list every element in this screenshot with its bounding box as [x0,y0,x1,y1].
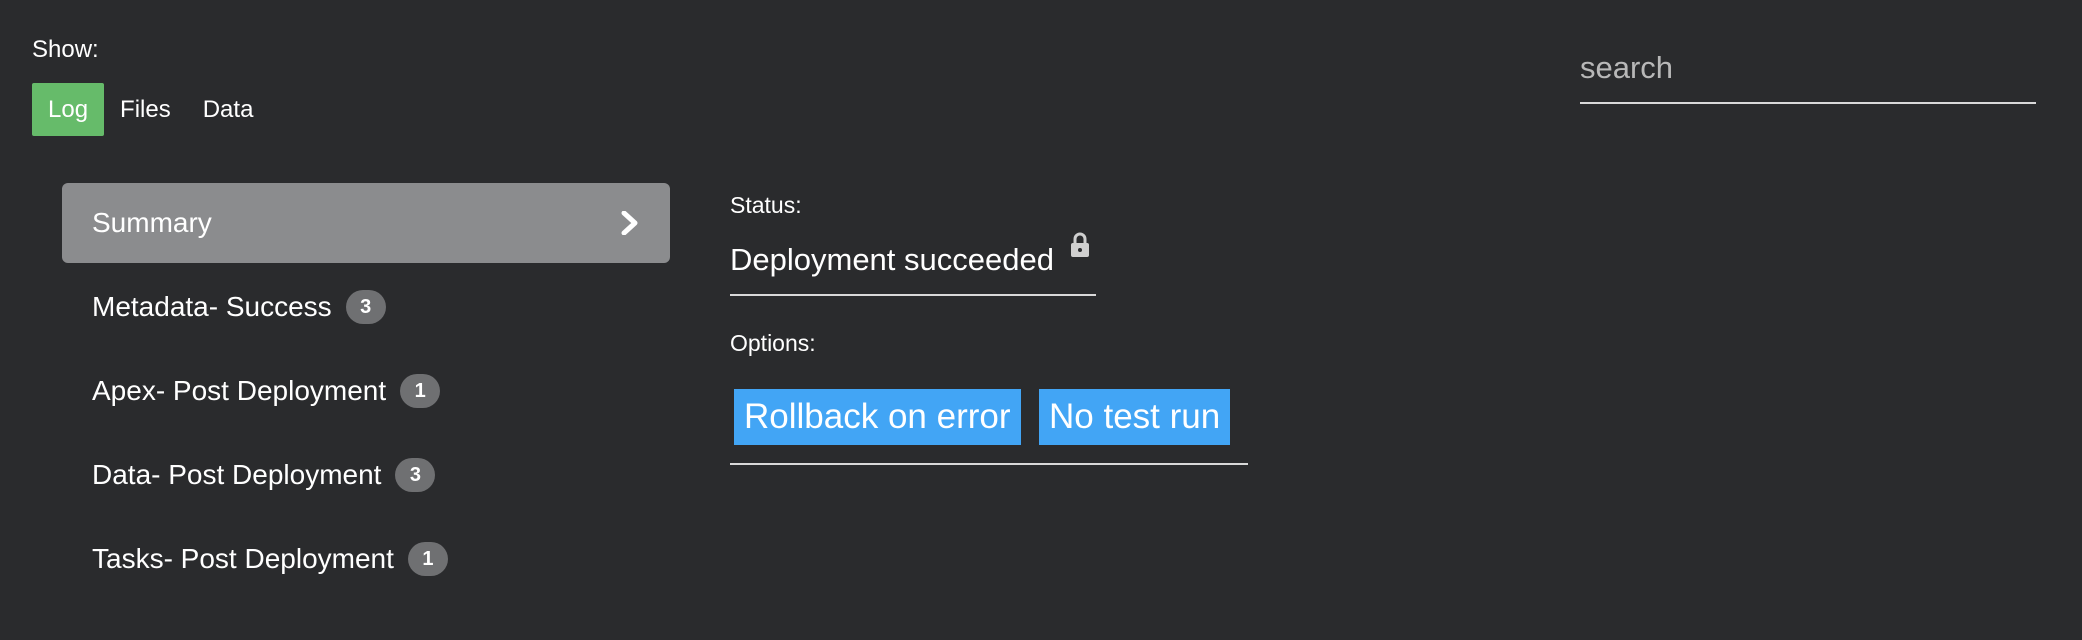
nav-item-label: Apex- Post Deployment [92,375,387,406]
lock-icon [1071,232,1089,257]
status-field: Deployment succeeded [730,228,1096,296]
count-badge: 1 [407,542,448,576]
nav-item-apex-post-deployment[interactable]: Apex- Post Deployment 1 [62,351,670,431]
nav-item-label: Metadata- Success [92,291,332,322]
chevron-right-icon [621,211,638,235]
status-value: Deployment succeeded [730,242,1054,277]
search-field [1580,38,2036,104]
sidebar-nav: Summary Metadata- Success 3 Apex- Post D… [62,183,670,603]
tab-data[interactable]: Data [187,83,270,136]
nav-item-label: Data- Post Deployment [92,459,382,490]
count-badge: 3 [345,290,386,324]
options-label: Options: [730,330,816,356]
tab-log[interactable]: Log [32,83,105,136]
nav-item-label: Summary [92,207,212,238]
options-field: Rollback on error No test run [730,380,1248,465]
status-label: Status: [730,192,802,218]
nav-item-summary[interactable]: Summary [62,183,670,263]
nav-item-data-post-deployment[interactable]: Data- Post Deployment 3 [62,435,670,515]
count-badge: 3 [395,458,436,492]
search-input[interactable] [1580,38,2036,98]
option-chip-rollback-on-error: Rollback on error [734,389,1021,445]
tab-files[interactable]: Files [104,83,187,136]
show-tabs: Log Files Data [32,83,269,136]
nav-item-tasks-post-deployment[interactable]: Tasks- Post Deployment 1 [62,519,670,599]
option-chip-no-test-run: No test run [1039,389,1231,445]
show-label: Show: [32,36,99,63]
nav-item-metadata-success[interactable]: Metadata- Success 3 [62,267,670,347]
page: Show: Log Files Data Summary Metadata- S… [0,0,2082,640]
count-badge: 1 [400,374,441,408]
nav-item-label: Tasks- Post Deployment [92,543,394,574]
